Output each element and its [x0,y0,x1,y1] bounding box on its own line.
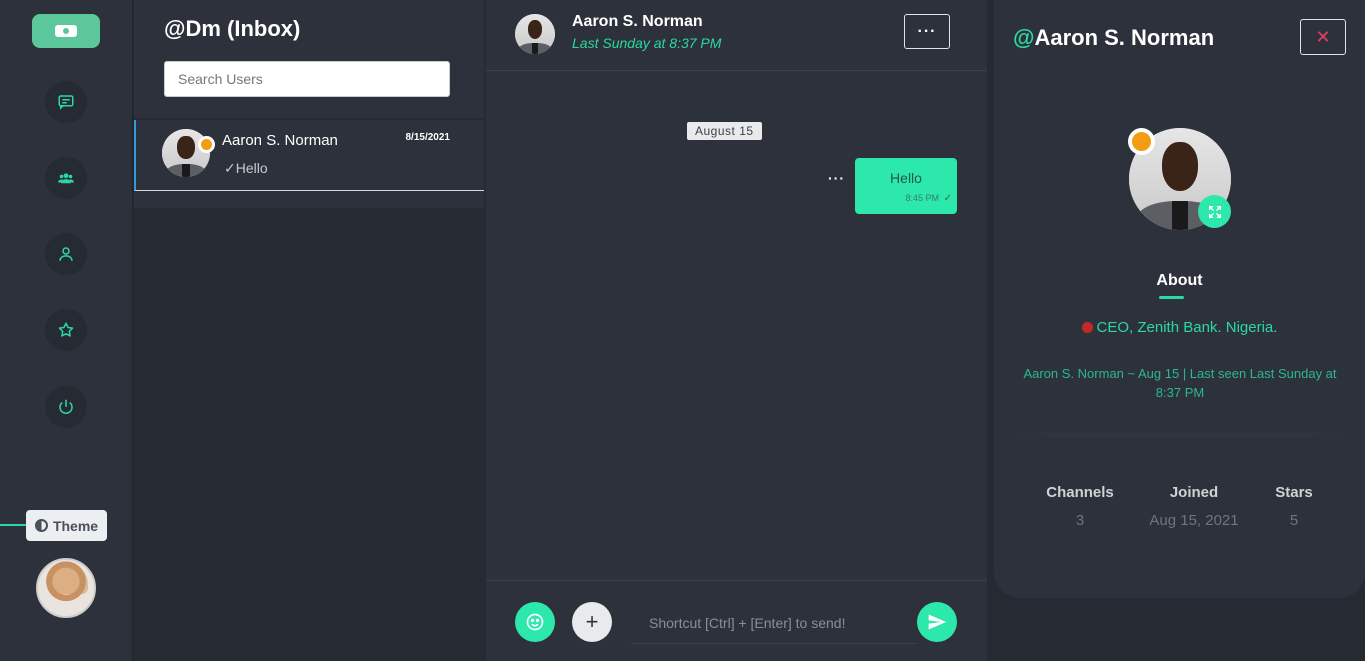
profile-panel: @Aaron S. Norman ✕ About CEO, Zenith Ban… [994,0,1365,598]
search-users-input[interactable] [164,61,450,97]
stat-label: Stars [1275,484,1313,501]
bio-status-dot [1081,322,1093,333]
conversation-preview: ✓Hello [224,160,268,177]
message-icon [58,95,74,110]
chat-contact-name[interactable]: Aaron S. Norman [572,13,703,31]
stat-channels: Channels 3 [1040,484,1120,529]
star-icon [58,322,74,337]
close-profile-button[interactable]: ✕ [1300,19,1346,55]
inbox-panel: @Dm (Inbox) Aaron S. Norman 8/15/2021 ✓H… [134,0,484,661]
read-check-icon: ✓ [224,160,236,176]
profile-divider [1008,432,1351,438]
stat-joined: Joined Aug 15, 2021 [1139,484,1249,529]
stat-stars: Stars 5 [1266,484,1322,529]
profile-at-sign: @ [1013,25,1035,50]
chat-last-seen: Last Sunday at 8:37 PM [572,35,722,51]
conversation-item[interactable]: Aaron S. Norman 8/15/2021 ✓Hello [134,120,484,191]
away-status-dot [198,136,215,153]
users-icon [58,173,74,184]
profile-title: @Aaron S. Norman [1013,25,1214,51]
conversation-date: 8/15/2021 [405,132,451,143]
stat-label: Joined [1169,484,1219,501]
emoji-button[interactable] [515,602,555,642]
nav-groups-button[interactable] [45,157,87,199]
my-avatar[interactable] [36,558,96,618]
inbox-list-footer [134,191,484,208]
message-input[interactable] [631,602,916,644]
theme-toggle-button[interactable]: Theme [26,510,107,541]
outgoing-message[interactable]: Hello 8:45 PM ✓ [855,158,957,214]
send-icon [928,614,947,630]
emoji-icon [526,613,544,631]
nav-chat-button[interactable] [45,81,87,123]
chat-panel: Aaron S. Norman Last Sunday at 8:37 PM ·… [486,0,987,661]
message-time: 8:45 PM [905,193,939,203]
inbox-title: @Dm (Inbox) [164,16,301,41]
expand-icon [1208,205,1221,218]
contrast-icon [34,519,48,532]
preview-text: Hello [235,160,268,176]
stat-value: 5 [1289,512,1299,529]
chat-options-button[interactable]: ··· [904,14,950,49]
profile-bio: CEO, Zenith Bank. Nigeria. [994,319,1365,336]
power-icon [59,399,73,414]
left-rail: Theme [0,0,133,661]
bio-text: CEO, Zenith Bank. Nigeria. [1096,319,1278,336]
profile-name: Aaron S. Norman [1034,25,1215,50]
message-options-button[interactable]: ··· [828,170,845,186]
about-tab-indicator [1159,296,1184,299]
nav-starred-button[interactable] [45,309,87,351]
theme-label: Theme [52,517,99,534]
conversation-name: Aaron S. Norman [222,132,338,149]
about-tab[interactable]: About [994,272,1365,290]
attach-button[interactable]: + [572,602,612,642]
away-status-dot [1128,128,1155,155]
nav-logout-button[interactable] [45,386,87,428]
date-divider: August 15 [687,122,762,140]
send-button[interactable] [917,602,957,642]
profile-last-seen: Aaron S. Norman ~ Aug 15 | Last seen Las… [1023,366,1337,400]
chat-contact-avatar[interactable] [515,14,555,54]
compose-bar: + [486,580,987,661]
theme-indicator [0,524,28,526]
sent-check-icon: ✓ [943,193,952,204]
stat-value: 3 [1075,512,1085,529]
chat-header: Aaron S. Norman Last Sunday at 8:37 PM ·… [486,0,987,71]
logo-icon [55,25,77,37]
stat-label: Channels [1046,484,1114,501]
app-logo[interactable] [32,14,100,48]
message-text: Hello [890,170,922,186]
user-icon [59,247,73,261]
stat-value: Aug 15, 2021 [1149,512,1239,529]
expand-avatar-button[interactable] [1198,195,1231,228]
nav-profile-button[interactable] [45,233,87,275]
inbox-header: @Dm (Inbox) [134,0,484,118]
